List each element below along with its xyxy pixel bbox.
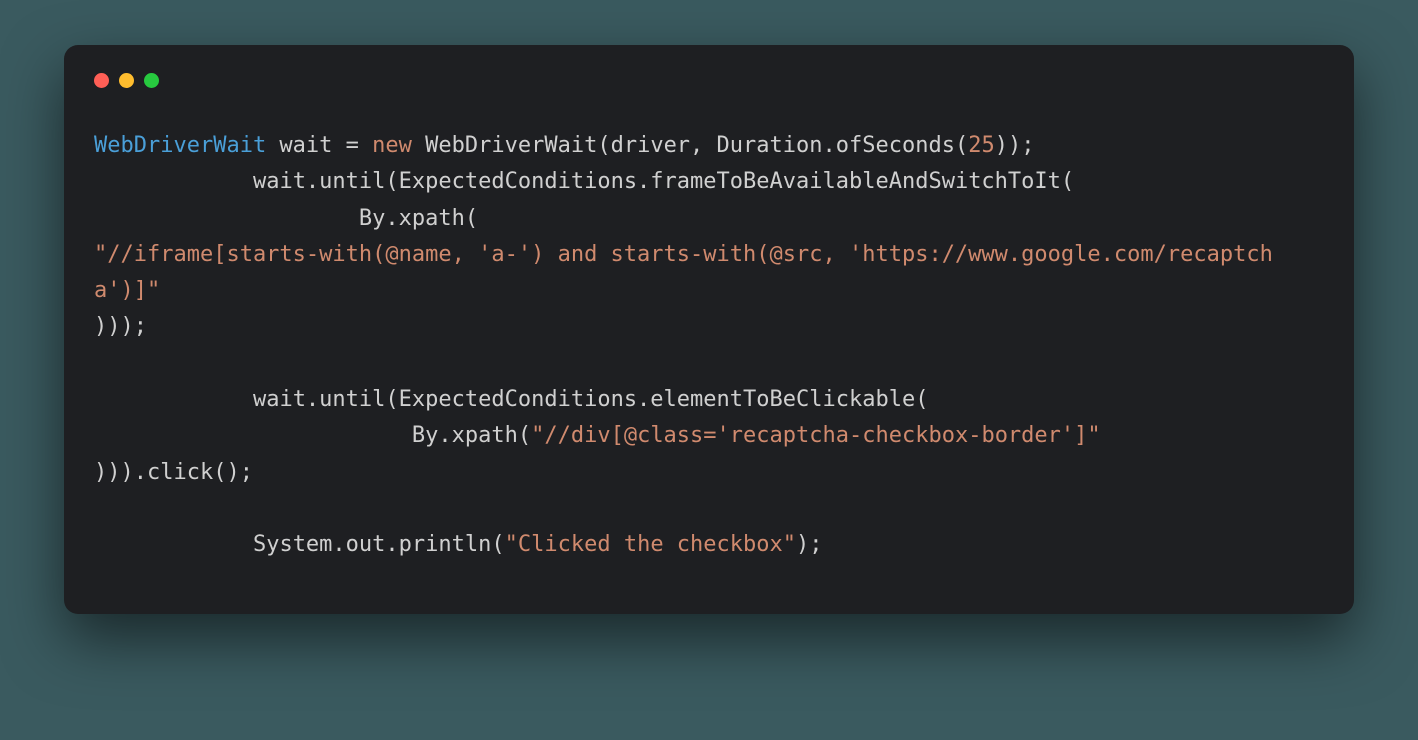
minimize-icon[interactable] [119,73,134,88]
code-window: WebDriverWait wait = new WebDriverWait(d… [64,45,1354,614]
close-icon[interactable] [94,73,109,88]
code-token: new [372,133,412,158]
code-block: WebDriverWait wait = new WebDriverWait(d… [94,128,1324,564]
code-token: ))).click(); System.out.println( [94,460,505,558]
code-token: 25 [968,133,995,158]
code-token: wait = [266,133,372,158]
window-titlebar [94,73,1324,88]
code-token: "//iframe[starts-with(@name, 'a-') and s… [94,242,1273,303]
code-token: WebDriverWait(driver, Duration.ofSeconds… [412,133,968,158]
code-token: WebDriverWait [94,133,266,158]
code-token: "Clicked the checkbox" [505,532,796,557]
code-token: "//div[@class='recaptcha-checkbox-border… [531,423,1101,448]
maximize-icon[interactable] [144,73,159,88]
code-token: ); [796,532,823,557]
